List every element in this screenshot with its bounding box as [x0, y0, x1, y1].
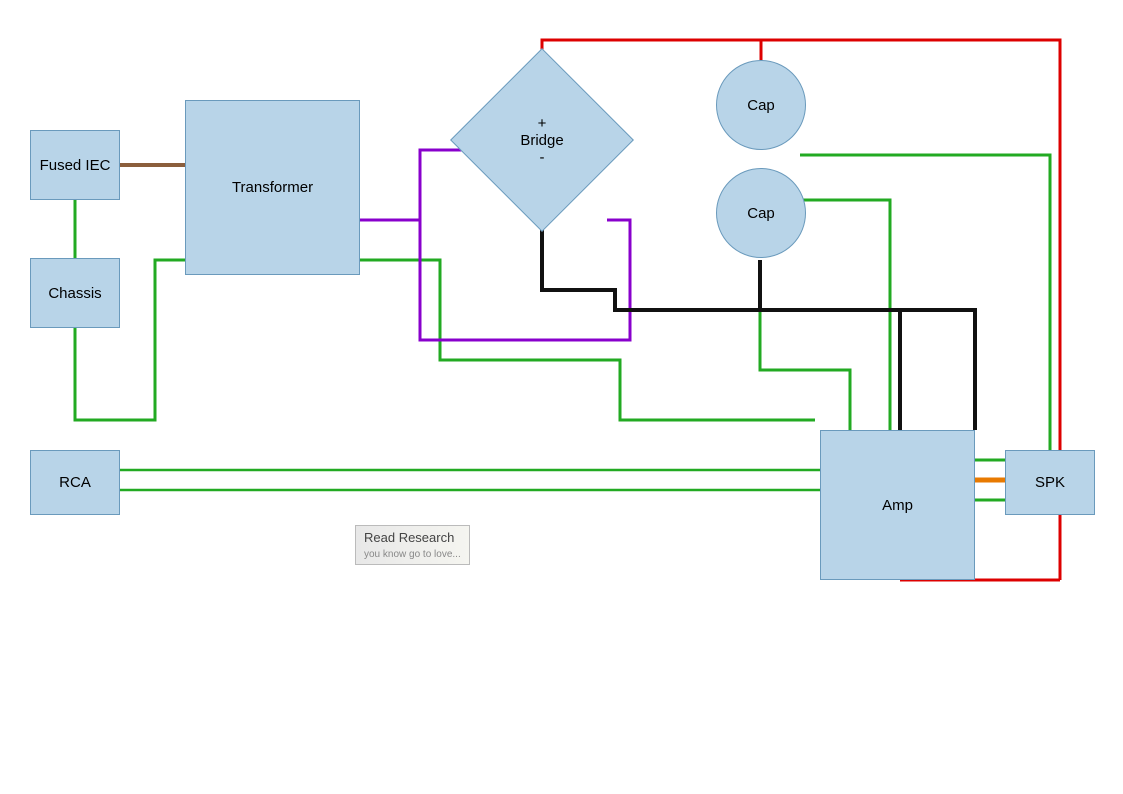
spk-label: SPK — [1035, 474, 1065, 491]
cap-bottom-component: Cap — [716, 168, 806, 258]
rca-label: RCA — [59, 474, 91, 491]
bridge-label: +Bridge- — [520, 115, 563, 166]
watermark: Read Research you know go to love... — [355, 525, 470, 565]
bridge-component: +Bridge- — [477, 75, 607, 205]
transformer-label: Transformer — [232, 179, 313, 196]
watermark-subtext: you know go to love... — [364, 549, 461, 560]
fused-iec-component: Fused IEC — [30, 130, 120, 200]
transformer-component: Transformer — [185, 100, 360, 275]
rca-component: RCA — [30, 450, 120, 515]
spk-component: SPK — [1005, 450, 1095, 515]
amp-component: Amp — [820, 430, 975, 580]
amp-label: Amp — [882, 497, 913, 514]
chassis-label: Chassis — [48, 285, 101, 302]
watermark-text: Read Research — [364, 530, 454, 545]
cap-bottom-label: Cap — [747, 205, 775, 222]
cap-top-label: Cap — [747, 97, 775, 114]
chassis-component: Chassis — [30, 258, 120, 328]
cap-top-component: Cap — [716, 60, 806, 150]
fused-iec-label: Fused IEC — [40, 157, 111, 174]
